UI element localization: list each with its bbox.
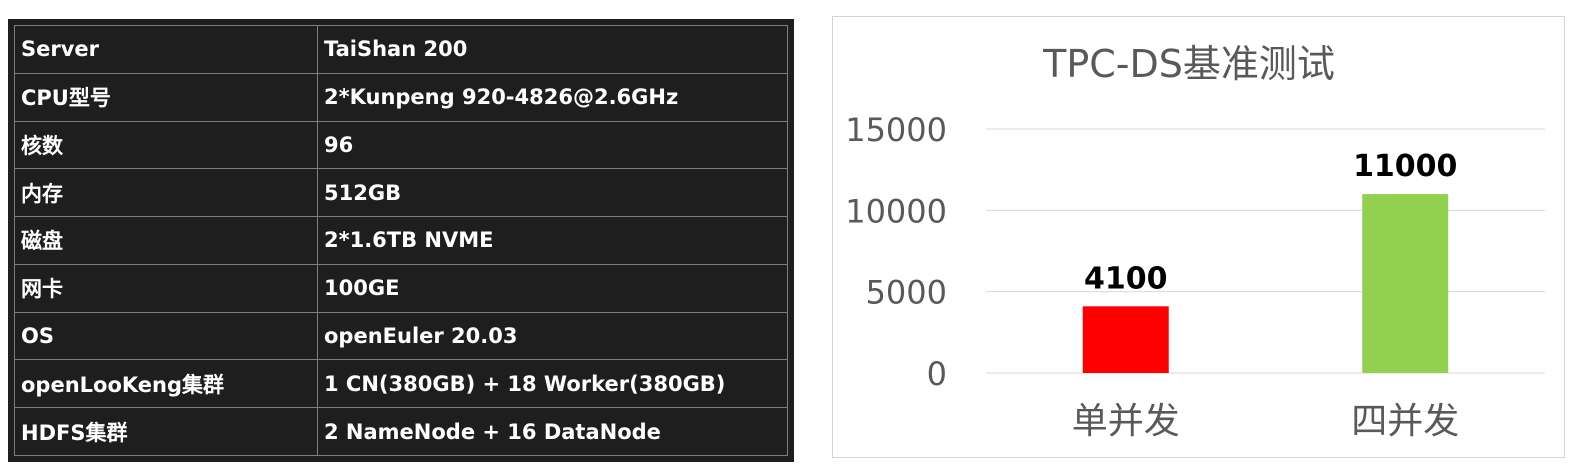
table-row: openLooKeng集群 1 CN(380GB) + 18 Worker(38… xyxy=(14,359,788,409)
spec-value: 512GB xyxy=(317,168,788,218)
table-row: OS openEuler 20.03 xyxy=(14,311,788,361)
y-axis-ticks: 0 5000 10000 15000 xyxy=(845,111,947,393)
table-row: 磁盘 2*1.6TB NVME xyxy=(14,216,788,265)
gridlines xyxy=(986,128,1545,374)
table-row: Server TaiShan 200 xyxy=(14,25,788,74)
table-row: 内存 512GB xyxy=(14,168,788,218)
chart-title: TPC-DS基准测试 xyxy=(1042,42,1335,86)
x-axis-ticks: 单并发 四并发 xyxy=(1072,401,1460,442)
spec-value: TaiShan 200 xyxy=(317,25,788,74)
spec-value: 1 CN(380GB) + 18 Worker(380GB) xyxy=(317,359,788,409)
y-tick-label: 0 xyxy=(927,355,947,393)
spec-table-panel: Server TaiShan 200 CPU型号 2*Kunpeng 920-4… xyxy=(8,19,794,462)
spec-key: 核数 xyxy=(14,120,318,170)
spec-key: HDFS集群 xyxy=(14,407,318,456)
spec-value: 100GE xyxy=(317,263,788,313)
y-tick-label: 10000 xyxy=(845,192,947,230)
spec-value: 96 xyxy=(317,120,788,170)
chart-panel: TPC-DS基准测试 0 5000 10000 15000 4100 11000 单并发… xyxy=(832,16,1565,458)
bar xyxy=(1082,306,1169,373)
spec-key: 内存 xyxy=(14,168,318,218)
data-label: 11000 xyxy=(1353,149,1457,184)
bar-chart: TPC-DS基准测试 0 5000 10000 15000 4100 11000 单并发… xyxy=(845,42,1545,442)
x-tick-label: 单并发 xyxy=(1072,401,1180,442)
table-row: 网卡 100GE xyxy=(14,263,788,313)
table-row: 核数 96 xyxy=(14,120,788,170)
table-row: CPU型号 2*Kunpeng 920-4826@2.6GHz xyxy=(14,72,788,122)
table-row: HDFS集群 2 NameNode + 16 DataNode xyxy=(14,407,788,456)
x-tick-label: 四并发 xyxy=(1351,401,1459,442)
spec-key: Server xyxy=(14,25,318,74)
server-spec-table: Server TaiShan 200 CPU型号 2*Kunpeng 920-4… xyxy=(14,25,788,456)
spec-key: openLooKeng集群 xyxy=(14,359,318,409)
spec-value: 2*1.6TB NVME xyxy=(317,216,788,265)
data-label: 4100 xyxy=(1084,261,1168,296)
spec-value: openEuler 20.03 xyxy=(317,311,788,361)
bar xyxy=(1362,194,1449,373)
y-tick-label: 15000 xyxy=(845,111,947,149)
spec-value: 2*Kunpeng 920-4826@2.6GHz xyxy=(317,72,788,122)
spec-key: 网卡 xyxy=(14,263,318,313)
spec-value: 2 NameNode + 16 DataNode xyxy=(317,407,788,456)
spec-key: CPU型号 xyxy=(14,72,318,122)
spec-key: OS xyxy=(14,311,318,361)
y-tick-label: 5000 xyxy=(866,274,947,312)
spec-key: 磁盘 xyxy=(14,216,318,265)
